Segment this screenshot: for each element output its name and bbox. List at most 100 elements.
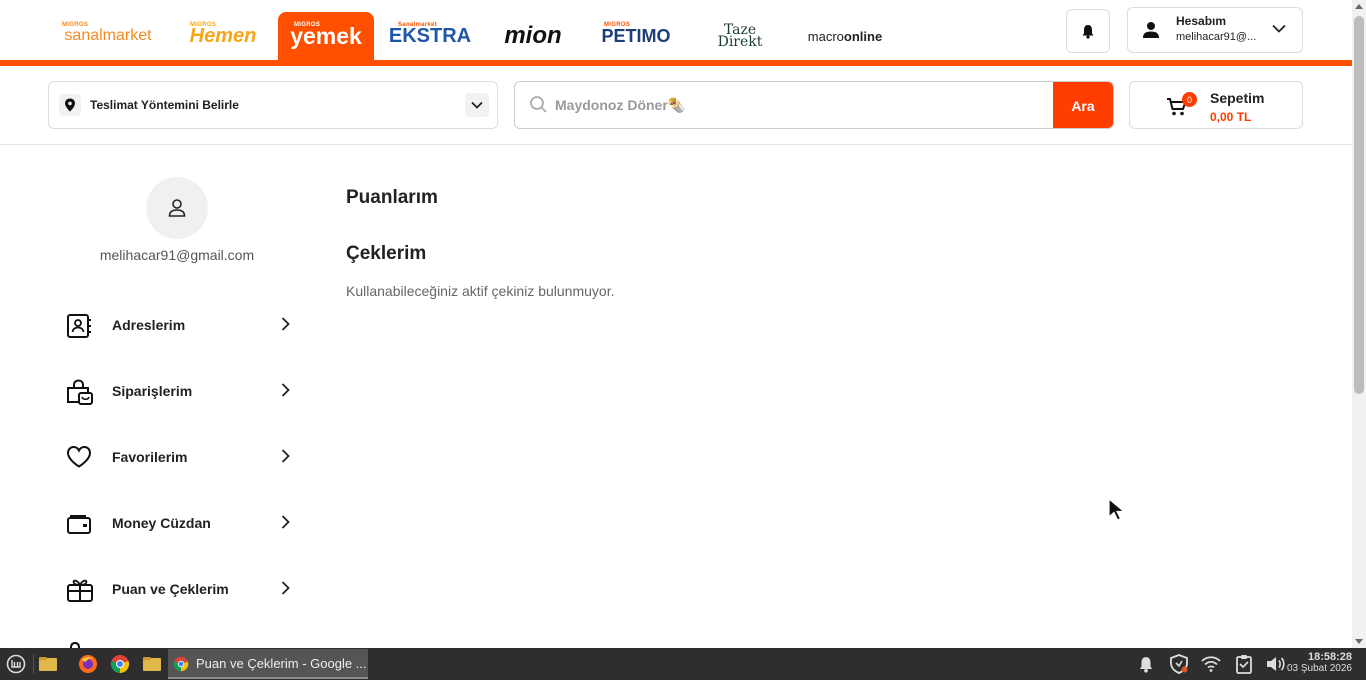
cart-title: Sepetim — [1210, 90, 1265, 106]
folder-icon — [39, 657, 57, 671]
cart-total: 0,00 TL — [1210, 110, 1252, 124]
user-outline-icon — [168, 199, 186, 217]
delivery-dropdown-toggle[interactable] — [465, 93, 489, 117]
scroll-down-arrow-icon[interactable] — [1355, 639, 1363, 644]
system-clock[interactable]: 18:58:28 03 Şubat 2026 — [1287, 651, 1352, 674]
sidebar-item-addresses[interactable]: Adreslerim — [62, 303, 294, 347]
show-desktop-launcher[interactable] — [36, 652, 60, 676]
location-pin-icon — [59, 94, 81, 116]
firefox-icon — [79, 655, 97, 673]
brand-yemek-link-active[interactable]: MIGROS yemek — [278, 12, 374, 60]
brand-petimo-small-label: MIGROS — [604, 22, 631, 28]
brand-macroonline-label: macroonline — [808, 29, 882, 44]
cart-button[interactable]: 0 Sepetim 0,00 TL — [1129, 81, 1303, 129]
brand-tazedirekt-label: Taze Direkt — [718, 23, 763, 49]
search-button[interactable]: Ara — [1053, 82, 1113, 128]
account-email: melihacar91@... — [1176, 31, 1257, 43]
profile-email: melihacar91@gmail.com — [99, 247, 255, 263]
brand-macroonline-link[interactable]: macroonline — [800, 12, 890, 60]
brand-yemek-small-label: MIGROS — [294, 22, 321, 28]
chevron-right-icon — [281, 317, 290, 331]
page-scrollbar[interactable] — [1352, 0, 1366, 648]
chrome-launcher[interactable] — [108, 652, 132, 676]
sidebar-item-favorites[interactable]: Favorilerim — [62, 435, 294, 479]
os-taskbar: Puan ve Çeklerim - Google ... 18:58:28 0… — [0, 648, 1366, 680]
clipboard-icon — [1236, 655, 1252, 674]
shield-icon — [1170, 654, 1188, 674]
gift-icon — [67, 579, 93, 602]
avatar — [146, 177, 208, 239]
brand-hemen-small-label: MIGROS — [190, 22, 217, 28]
user-icon — [1143, 22, 1159, 38]
brand-sanalmarket-link[interactable]: MIGROS sanalmarket — [58, 12, 158, 60]
brand-online-part: online — [843, 28, 883, 44]
delivery-method-selector[interactable]: Teslimat Yöntemini Belirle — [48, 81, 498, 129]
firefox-launcher[interactable] — [76, 652, 100, 676]
scrollbar-thumb[interactable] — [1354, 16, 1364, 394]
no-checks-message: Kullanabileceğiniz aktif çekiniz bulunmu… — [346, 283, 615, 299]
brand-ekstra-link[interactable]: Sanalmarket EKSTRA — [389, 12, 471, 60]
update-manager-tray-button[interactable] — [1167, 652, 1191, 676]
search-icon — [530, 96, 547, 113]
heart-icon — [66, 445, 92, 468]
brand-mion-label: mion — [504, 22, 562, 49]
account-menu-button[interactable]: Hesabım melihacar91@... — [1127, 7, 1303, 53]
wallet-icon — [67, 515, 91, 534]
chrome-icon — [173, 656, 189, 672]
taskbar-window-chrome[interactable]: Puan ve Çeklerim - Google ... — [168, 649, 368, 679]
linux-mint-menu-icon — [6, 654, 26, 674]
brand-ekstra-small-label: Sanalmarket — [398, 22, 437, 28]
checks-heading: Çeklerim — [346, 243, 427, 264]
chevron-right-icon — [281, 449, 290, 463]
files-launcher[interactable] — [140, 652, 164, 676]
mouse-cursor-icon — [1108, 498, 1126, 521]
header-accent-line — [0, 60, 1352, 66]
clock-time: 18:58:28 — [1307, 651, 1352, 663]
search-input[interactable] — [555, 90, 1045, 120]
sidebar-item-points-and-checks[interactable]: Puan ve Çeklerim — [62, 567, 294, 611]
notifications-tray-button[interactable] — [1134, 652, 1158, 676]
chevron-down-icon — [471, 101, 483, 109]
brand-petimo-link[interactable]: MIGROS PETIMO — [600, 12, 672, 60]
sidebar-item-label: Siparişlerim — [112, 383, 193, 399]
browser-viewport: MIGROS sanalmarket MIGROS Hemen MIGROS y… — [0, 0, 1352, 648]
sidebar-item-label: Adreslerim — [112, 317, 186, 333]
sidebar-item-money-wallet[interactable]: Money Cüzdan — [62, 501, 294, 545]
brand-petimo-label: PETIMO — [601, 25, 671, 46]
brand-tazedirekt-link[interactable]: Taze Direkt — [710, 12, 770, 60]
chevron-right-icon — [281, 515, 290, 529]
search-bar: Ara — [514, 81, 1114, 129]
volume-icon — [1267, 657, 1285, 671]
brand-hemen-link[interactable]: MIGROS Hemen — [186, 12, 260, 60]
cart-count-badge: 0 — [1182, 92, 1197, 107]
delivery-method-label: Teslimat Yöntemini Belirle — [90, 98, 239, 112]
folder-icon — [143, 657, 161, 671]
brand-bar: MIGROS sanalmarket MIGROS Hemen MIGROS y… — [0, 0, 1352, 66]
sidebar-item-orders[interactable]: Siparişlerim — [62, 369, 294, 413]
header-divider — [0, 144, 1352, 145]
taskbar-separator — [33, 654, 34, 674]
sidebar-item-label: Money Cüzdan — [112, 515, 211, 531]
brand-sanalmarket-small-label: MIGROS — [62, 22, 89, 28]
clock-date: 03 Şubat 2026 — [1286, 663, 1352, 674]
bell-icon — [1139, 656, 1153, 673]
brand-sanalmarket-label: sanalmarket — [64, 27, 152, 44]
brand-mion-link[interactable]: mion — [500, 12, 566, 60]
taskbar-window-title: Puan ve Çeklerim - Google ... — [196, 655, 367, 671]
account-title: Hesabım — [1176, 14, 1227, 28]
chevron-right-icon — [281, 581, 290, 595]
notifications-button[interactable] — [1066, 9, 1110, 53]
shopping-bag-icon — [67, 379, 93, 405]
wifi-icon — [1201, 656, 1221, 672]
volume-tray-button[interactable] — [1264, 652, 1288, 676]
chrome-icon — [110, 655, 130, 673]
address-book-icon — [67, 314, 91, 338]
sidebar-item-label: Favorilerim — [112, 449, 188, 465]
network-tray-button[interactable] — [1199, 652, 1223, 676]
chevron-right-icon — [281, 383, 290, 397]
sidebar-item-label: Puan ve Çeklerim — [112, 581, 229, 597]
points-heading: Puanlarım — [346, 187, 438, 208]
scroll-up-arrow-icon[interactable] — [1355, 4, 1363, 9]
start-menu-button[interactable] — [4, 652, 28, 676]
clipboard-tray-button[interactable] — [1232, 652, 1256, 676]
